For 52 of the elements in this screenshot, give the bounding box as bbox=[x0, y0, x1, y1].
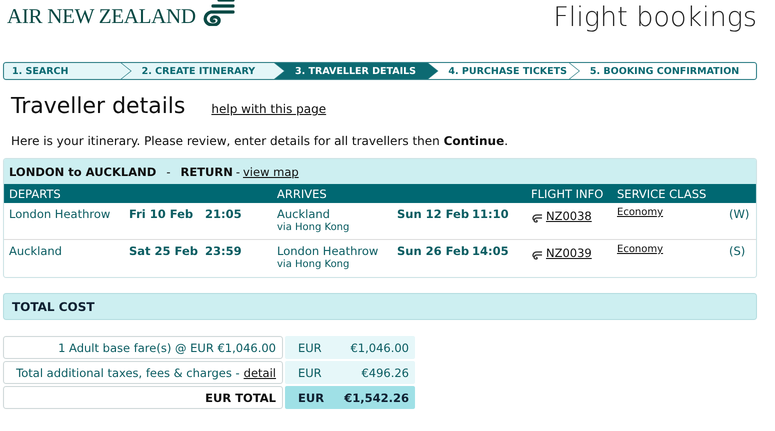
column-header: SERVICE CLASS bbox=[617, 186, 708, 200]
via-text: via Hong Kong bbox=[277, 222, 350, 233]
progress-step[interactable]: 3. TRAVELLER DETAILS bbox=[275, 63, 438, 79]
view-map-link[interactable]: view map bbox=[243, 164, 299, 178]
column-header: ARRIVES bbox=[277, 186, 328, 200]
table-cell-text: Fri 10 Feb bbox=[129, 207, 194, 221]
table-cell-text: 21:05 bbox=[205, 207, 243, 221]
intro-text: Here is your itinerary. Please review, enter details for all travellers then Continue. bbox=[11, 134, 510, 148]
service-class-link[interactable]: Economy bbox=[617, 244, 729, 255]
table-cell-text: Sat 25 Feb bbox=[129, 244, 199, 258]
column-header: FLIGHT INFO bbox=[531, 186, 604, 200]
separator-text: - bbox=[166, 164, 170, 178]
table-cell-text: 11:10 bbox=[472, 207, 510, 221]
table-cell-text: Sun 26 Feb bbox=[397, 244, 470, 258]
currency-text: EUR bbox=[298, 340, 322, 354]
currency-text: EUR bbox=[298, 390, 324, 404]
amount-text: €496.26 bbox=[361, 366, 409, 380]
help-link[interactable]: help with this page bbox=[211, 102, 326, 116]
table-cell-text: Sun 12 Feb bbox=[397, 207, 470, 221]
progress-step[interactable]: 1. SEARCH bbox=[4, 63, 131, 79]
koru-icon bbox=[531, 249, 543, 262]
separator-text: - bbox=[236, 164, 240, 178]
progress-step[interactable]: 5. BOOKING CONFIRMATION bbox=[570, 63, 756, 79]
table-cell-text: London Heathrow bbox=[277, 244, 380, 258]
service-class-link[interactable]: Economy bbox=[617, 207, 729, 218]
amount-text: €1,542.26 bbox=[344, 390, 409, 404]
route-text: LONDON to AUCKLAND bbox=[9, 164, 156, 178]
cost-label: 1 Adult base fare(s) @ EUR €1,046.00 bbox=[58, 340, 276, 354]
table-cell-text: Auckland bbox=[9, 244, 63, 258]
flight-number-link[interactable]: NZ0039 bbox=[546, 246, 592, 260]
koru-icon bbox=[531, 212, 543, 225]
cost-label: Total additional taxes, fees & charges - bbox=[16, 366, 240, 380]
table-cell-text: 23:59 bbox=[205, 244, 243, 258]
cost-label: EUR TOTAL bbox=[205, 390, 276, 404]
page-title: Flight bookings bbox=[553, 2, 757, 33]
progress-step[interactable]: 2. CREATE ITINERARY bbox=[122, 63, 284, 79]
table-cell-text: Auckland bbox=[277, 207, 331, 221]
trip-type: RETURN bbox=[180, 164, 233, 178]
progress-step[interactable]: 4. PURCHASE TICKETS bbox=[428, 63, 579, 79]
section-title: TOTAL COST bbox=[12, 300, 95, 314]
table-cell-text: London Heathrow bbox=[9, 207, 112, 221]
currency-text: EUR bbox=[298, 366, 322, 380]
fare-code: (W) bbox=[729, 207, 750, 221]
table-cell-text: 14:05 bbox=[472, 244, 510, 258]
column-header: DEPARTS bbox=[9, 186, 62, 200]
via-text: via Hong Kong bbox=[277, 259, 350, 270]
amount-text: €1,046.00 bbox=[350, 340, 409, 354]
page-heading: Traveller details bbox=[11, 94, 186, 119]
flight-number-link[interactable]: NZ0038 bbox=[546, 209, 592, 223]
detail-link[interactable]: detail bbox=[244, 366, 276, 380]
brand-name: AIR NEW ZEALAND bbox=[7, 4, 196, 29]
fare-code: (S) bbox=[729, 244, 746, 258]
